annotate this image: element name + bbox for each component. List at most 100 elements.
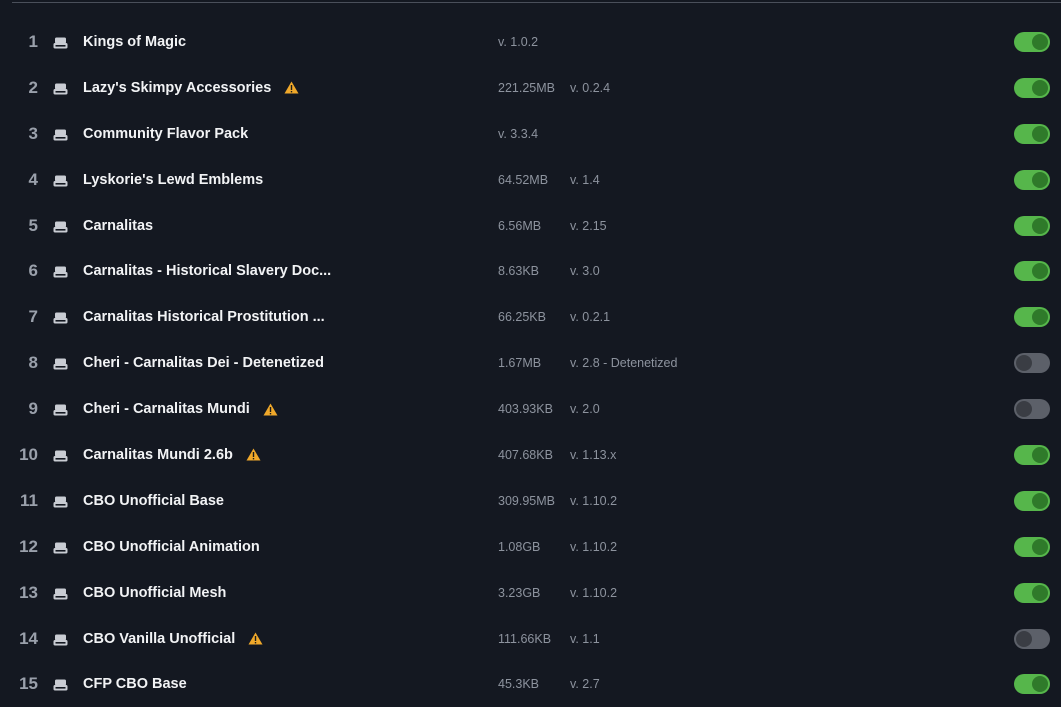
- mod-name-cell: CBO Vanilla Unofficial: [83, 631, 263, 647]
- toggle-knob: [1032, 676, 1048, 693]
- mod-row[interactable]: 9 Cheri - Carnalitas Mundi 403.93KB v. 2.0: [0, 386, 1061, 432]
- enable-toggle[interactable]: [1014, 169, 1050, 190]
- drive-icon: [53, 82, 68, 95]
- mod-name: Kings of Magic: [83, 33, 187, 50]
- mod-name: CBO Unofficial Mesh: [83, 584, 227, 601]
- mod-size: 3.23GB: [498, 585, 541, 600]
- mod-row[interactable]: 3 Community Flavor Pack v. 3.3.4: [0, 111, 1061, 157]
- mod-size: 221.25MB: [498, 80, 555, 95]
- toggle-knob: [1032, 217, 1048, 234]
- mod-row[interactable]: 8 Cheri - Carnalitas Dei - Detenetized 1.6…: [0, 340, 1061, 386]
- warning-icon[interactable]: [263, 403, 278, 416]
- mod-index: 10: [19, 444, 38, 464]
- enable-toggle[interactable]: [1014, 215, 1050, 236]
- mod-name-cell: Cheri - Carnalitas Mundi: [83, 401, 278, 417]
- mod-index: 8: [28, 353, 38, 373]
- enable-toggle[interactable]: [1014, 353, 1050, 374]
- mod-name: CBO Vanilla Unofficial: [83, 630, 236, 647]
- mod-version: v. 2.15: [570, 218, 607, 233]
- mod-index: 3: [28, 123, 38, 143]
- mod-row[interactable]: 11 CBO Unofficial Base 309.95MB v. 1.10.2: [0, 478, 1061, 524]
- mod-row[interactable]: 2 Lazy's Skimpy Accessories 221.25MB v. 0.2…: [0, 65, 1061, 111]
- mod-size: 1.08GB: [498, 539, 541, 554]
- enable-toggle[interactable]: [1014, 77, 1050, 98]
- enable-toggle[interactable]: [1014, 674, 1050, 695]
- mod-name: CFP CBO Base: [83, 676, 187, 693]
- drive-icon: [53, 174, 68, 187]
- mod-row[interactable]: 1 Kings of Magic v. 1.0.2: [0, 19, 1061, 65]
- drive-icon: [53, 541, 68, 554]
- enable-toggle[interactable]: [1014, 261, 1050, 282]
- mod-version: v. 0.2.1: [570, 310, 611, 325]
- mod-row[interactable]: 6 Carnalitas - Historical Slavery Doc... 8…: [0, 248, 1061, 294]
- enable-toggle[interactable]: [1014, 444, 1050, 465]
- drive-icon: [53, 220, 68, 232]
- toggle-knob: [1032, 263, 1048, 280]
- drive-icon: [53, 311, 68, 324]
- mod-index: 11: [20, 490, 38, 510]
- mod-name-cell: CBO Unofficial Base: [83, 493, 224, 509]
- mod-name-cell: Carnalitas: [83, 218, 153, 234]
- mod-index: 7: [28, 307, 38, 327]
- mod-name: Carnalitas - Historical Slavery Doc...: [83, 263, 332, 280]
- top-divider: [12, 2, 1061, 3]
- mod-version: v. 1.10.2: [570, 539, 618, 554]
- mod-version: v. 2.7: [570, 677, 600, 692]
- enable-toggle[interactable]: [1014, 399, 1050, 420]
- mod-name-cell: Cheri - Carnalitas Dei - Detenetized: [83, 355, 324, 371]
- mod-size: 111.66KB: [498, 631, 552, 646]
- mod-size: 64.52MB: [498, 172, 549, 187]
- toggle-knob: [1032, 584, 1048, 601]
- toggle-knob: [1016, 355, 1032, 372]
- warning-icon[interactable]: [246, 448, 261, 461]
- drive-icon: [53, 449, 68, 462]
- mod-version: v. 2.0: [570, 402, 600, 417]
- mod-size: 1.67MB: [498, 356, 542, 371]
- toggle-knob: [1032, 79, 1048, 96]
- mod-index: 5: [28, 215, 38, 235]
- mod-index: 6: [28, 261, 38, 281]
- mod-size: 45.3KB: [498, 677, 540, 692]
- enable-toggle[interactable]: [1014, 582, 1050, 603]
- mod-index: 13: [19, 582, 38, 602]
- enable-toggle[interactable]: [1014, 628, 1050, 649]
- mod-name-cell: Lazy's Skimpy Accessories: [83, 80, 299, 96]
- mod-row[interactable]: 7 Carnalitas Historical Prostitution ... 6…: [0, 294, 1061, 340]
- mod-index: 1: [28, 31, 38, 51]
- mod-version: v. 1.13.x: [570, 447, 617, 462]
- enable-toggle[interactable]: [1014, 123, 1050, 144]
- mod-index: 15: [19, 674, 38, 694]
- drive-icon: [53, 495, 68, 508]
- drive-icon: [53, 678, 68, 691]
- mod-row[interactable]: 4 Lyskorie's Lewd Emblems 64.52MB v. 1.4: [0, 157, 1061, 203]
- mod-name: Cheri - Carnalitas Dei - Detenetized: [83, 355, 324, 372]
- mod-row[interactable]: 12 CBO Unofficial Animation 1.08GB v. 1.10.…: [0, 524, 1061, 570]
- mod-row[interactable]: 15 CFP CBO Base 45.3KB v. 2.7: [0, 661, 1061, 707]
- mod-version: v. 0.2.4: [570, 80, 611, 95]
- mod-name: Community Flavor Pack: [83, 125, 249, 142]
- drive-icon: [53, 403, 68, 416]
- mod-row[interactable]: 5 Carnalitas 6.56MB v. 2.15: [0, 203, 1061, 249]
- enable-toggle[interactable]: [1014, 307, 1050, 328]
- mod-index: 12: [19, 536, 38, 556]
- mod-name: Lyskorie's Lewd Emblems: [83, 171, 264, 188]
- mod-size: 6.56MB: [498, 218, 542, 233]
- toggle-knob: [1032, 171, 1048, 188]
- mod-name-cell: Lyskorie's Lewd Emblems: [83, 172, 263, 188]
- mod-row[interactable]: 14 CBO Vanilla Unofficial 111.66KB v. 1.1: [0, 616, 1061, 662]
- toggle-knob: [1032, 538, 1048, 555]
- enable-toggle[interactable]: [1014, 31, 1050, 52]
- warning-icon[interactable]: [248, 632, 263, 645]
- drive-icon: [53, 587, 68, 600]
- mod-name-cell: Community Flavor Pack: [83, 126, 248, 142]
- mod-name: Cheri - Carnalitas Mundi: [83, 401, 250, 418]
- mod-version: v. 1.10.2: [570, 493, 618, 508]
- enable-toggle[interactable]: [1014, 490, 1050, 511]
- mod-index: 9: [28, 399, 38, 419]
- mod-row[interactable]: 13 CBO Unofficial Mesh 3.23GB v. 1.10.2: [0, 570, 1061, 616]
- warning-icon[interactable]: [284, 81, 299, 94]
- enable-toggle[interactable]: [1014, 536, 1050, 557]
- mod-name-cell: Kings of Magic: [83, 34, 186, 50]
- mod-index: 4: [28, 169, 38, 189]
- mod-row[interactable]: 10 Carnalitas Mundi 2.6b 407.68KB v. 1.13.x: [0, 432, 1061, 478]
